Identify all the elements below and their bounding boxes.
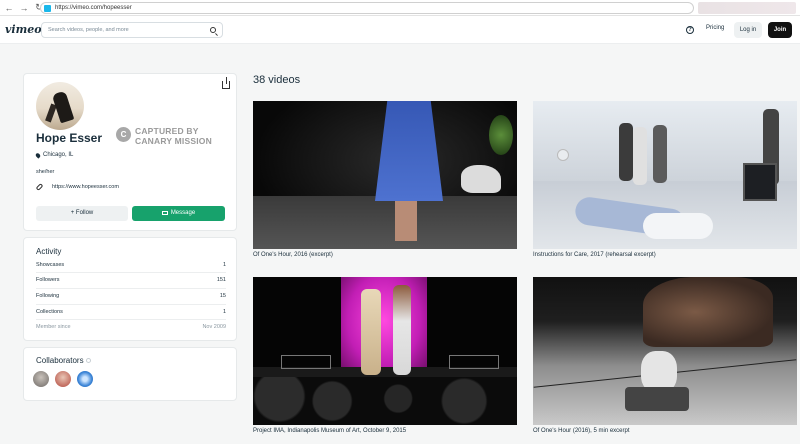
share-icon[interactable] xyxy=(222,77,230,89)
activity-label: Followers xyxy=(36,277,60,283)
link-icon xyxy=(35,183,44,191)
activity-row-showcases[interactable]: Showcases 1 xyxy=(36,257,226,272)
collaborators-card: Collaborators xyxy=(23,347,237,401)
watermark-line2: CANARY MISSION xyxy=(135,136,212,146)
activity-value: 151 xyxy=(216,277,226,283)
video-caption[interactable]: Project IMA, Indianapolis Museum of Art,… xyxy=(253,428,406,434)
follow-button[interactable]: + Follow xyxy=(36,206,128,221)
pricing-link[interactable]: Pricing xyxy=(706,25,724,31)
collaborators-title-text: Collaborators xyxy=(36,356,84,365)
browser-extensions-area xyxy=(698,2,796,14)
site-header: vimeo Search videos, people, and more ? … xyxy=(0,16,800,44)
activity-label: Showcases xyxy=(36,261,65,268)
video-thumbnail[interactable] xyxy=(533,101,797,249)
profile-pronouns: she/her xyxy=(36,169,55,175)
activity-value: 1 xyxy=(222,261,226,268)
collaborator-avatar[interactable] xyxy=(55,371,71,387)
follow-label: Follow xyxy=(75,210,94,216)
watermark-stamp: C CAPTURED BY CANARY MISSION xyxy=(114,124,224,148)
activity-label: Collections xyxy=(36,309,63,315)
video-caption[interactable]: Instructions for Care, 2017 (rehearsal e… xyxy=(533,252,656,258)
info-icon[interactable] xyxy=(85,358,91,363)
activity-row-collections[interactable]: Collections 1 xyxy=(36,304,226,319)
message-button[interactable]: Message xyxy=(132,206,225,221)
back-icon[interactable]: ← xyxy=(3,2,15,14)
activity-title: Activity xyxy=(36,247,62,256)
location-text: Chicago, IL xyxy=(43,152,74,158)
profile-website[interactable]: https://www.hopeesser.com xyxy=(35,183,119,191)
video-caption[interactable]: Of One's Hour (2016), 5 min excerpt xyxy=(533,428,630,434)
profile-card: Hope Esser C CAPTURED BY CANARY MISSION … xyxy=(23,73,237,231)
activity-row-following[interactable]: Following 15 xyxy=(36,288,226,303)
collaborator-avatar[interactable] xyxy=(33,371,49,387)
profile-avatar xyxy=(36,82,84,130)
activity-row-member-since: Member since Nov 2009 xyxy=(36,319,226,334)
search-placeholder: Search videos, people, and more xyxy=(48,27,129,33)
activity-row-followers[interactable]: Followers 151 xyxy=(36,272,226,287)
address-bar-url: https://vimeo.com/hopeesser xyxy=(55,5,132,11)
activity-card: Activity Showcases 1 Followers 151 Follo… xyxy=(23,237,237,341)
browser-toolbar: ← → ↻ https://vimeo.com/hopeesser xyxy=(0,0,800,16)
help-icon[interactable]: ? xyxy=(686,26,694,34)
watermark-seal-icon: C xyxy=(116,127,131,142)
login-button[interactable]: Log in xyxy=(734,22,762,38)
activity-label: Member since xyxy=(36,324,71,330)
watermark-line1: CAPTURED BY xyxy=(135,126,199,136)
search-icon[interactable] xyxy=(210,27,216,33)
plus-icon: + xyxy=(70,210,75,216)
join-button[interactable]: Join xyxy=(768,22,792,38)
profile-location: Chicago, IL xyxy=(34,151,74,159)
videos-count-heading: 38 videos xyxy=(253,74,301,86)
website-text[interactable]: https://www.hopeesser.com xyxy=(52,184,119,190)
forward-icon[interactable]: → xyxy=(18,2,30,14)
address-bar[interactable]: https://vimeo.com/hopeesser xyxy=(40,2,694,14)
activity-value: 1 xyxy=(222,309,226,315)
collaborators-title: Collaborators xyxy=(36,356,91,365)
profile-name: Hope Esser xyxy=(36,131,103,145)
video-thumbnail[interactable] xyxy=(533,277,797,425)
video-thumbnail[interactable] xyxy=(253,101,517,249)
activity-value: Nov 2009 xyxy=(202,324,226,330)
activity-label: Following xyxy=(36,293,60,299)
message-label: Message xyxy=(170,210,196,216)
location-pin-icon xyxy=(34,151,42,159)
activity-value: 15 xyxy=(219,293,226,299)
vimeo-favicon-icon xyxy=(44,4,51,12)
collaborator-avatar[interactable] xyxy=(77,371,93,387)
video-thumbnail[interactable] xyxy=(253,277,517,425)
video-caption[interactable]: Of One's Hour, 2016 (excerpt) xyxy=(253,252,333,258)
vimeo-logo[interactable]: vimeo xyxy=(5,23,42,36)
search-input[interactable]: Search videos, people, and more xyxy=(41,22,223,38)
envelope-icon xyxy=(161,211,168,215)
